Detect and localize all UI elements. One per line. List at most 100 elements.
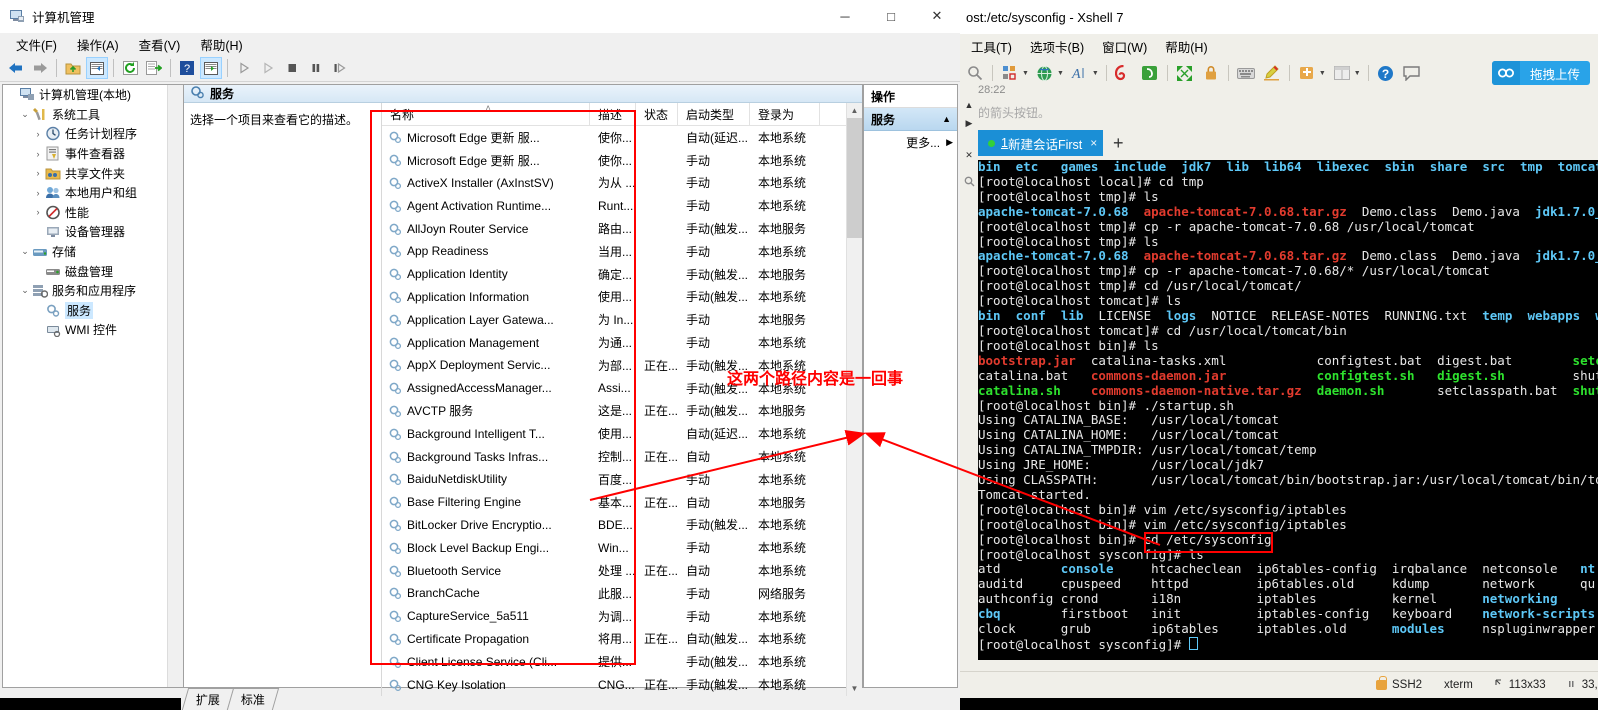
cell-logon: 本地系统 bbox=[758, 153, 807, 168]
scroll-thumb[interactable] bbox=[847, 118, 862, 238]
chevron-icon[interactable]: ⌄ bbox=[18, 246, 32, 257]
tree-item-5[interactable]: › 本地用户和组 bbox=[3, 183, 183, 203]
tree-item-2[interactable]: › 任务计划程序 bbox=[3, 124, 183, 144]
tree-item-7[interactable]: 设备管理器 bbox=[3, 222, 183, 242]
tab-standard[interactable]: 标准 bbox=[226, 688, 280, 710]
terminal-output[interactable]: bin etc games include jdk7 lib lib64 lib… bbox=[978, 160, 1598, 660]
chevron-down-icon[interactable]: ▼ bbox=[1022, 70, 1029, 77]
chevron-down-icon[interactable]: ▼ bbox=[1057, 70, 1064, 77]
tree-item-0[interactable]: 计算机管理(本地) bbox=[3, 85, 183, 105]
collapse-icon[interactable]: ▲ bbox=[942, 114, 951, 124]
fullscreen-icon[interactable] bbox=[1174, 62, 1196, 84]
help-icon[interactable]: ? bbox=[1375, 62, 1397, 84]
green-transfer-icon[interactable] bbox=[1139, 62, 1161, 84]
layout-icon[interactable] bbox=[1331, 62, 1353, 84]
maximize-button[interactable]: □ bbox=[868, 0, 914, 32]
lock-icon[interactable] bbox=[1200, 62, 1222, 84]
tree-item-9[interactable]: 磁盘管理 bbox=[3, 261, 183, 281]
resume-service-icon[interactable] bbox=[257, 57, 279, 79]
menu-file[interactable]: 文件(F) bbox=[6, 33, 67, 56]
scroll-up-icon[interactable]: ▲ bbox=[960, 96, 978, 114]
new-tab-icon[interactable] bbox=[1296, 62, 1318, 84]
tab-extended[interactable]: 扩展 bbox=[181, 688, 235, 710]
back-arrow-icon[interactable] bbox=[5, 57, 27, 79]
terminal-text: tmp bbox=[1520, 160, 1543, 174]
scroll-up-button[interactable]: ▲ bbox=[847, 103, 862, 118]
chevron-icon[interactable]: › bbox=[31, 168, 45, 178]
svg-text:?: ? bbox=[184, 63, 190, 75]
show-hide-console-tree-icon[interactable] bbox=[86, 57, 108, 79]
highlight-pen-icon[interactable] bbox=[1261, 62, 1283, 84]
start-service-icon[interactable] bbox=[233, 57, 255, 79]
column-header-4[interactable]: 登录为 bbox=[750, 103, 820, 125]
refresh-icon[interactable] bbox=[119, 57, 141, 79]
tree-scrollbar[interactable] bbox=[167, 85, 183, 687]
tree-item-3[interactable]: › 事件查看器 bbox=[3, 144, 183, 164]
tree-item-8[interactable]: ⌄ 存储 bbox=[3, 242, 183, 262]
cell-logon: 本地系统 bbox=[758, 176, 807, 191]
tree-item-1[interactable]: ⌄ 系统工具 bbox=[3, 105, 183, 125]
search-icon[interactable] bbox=[964, 62, 986, 84]
pause-service-icon[interactable] bbox=[305, 57, 327, 79]
expand-right-icon[interactable]: ▶ bbox=[960, 114, 978, 132]
scroll-down-button[interactable]: ▼ bbox=[847, 681, 862, 696]
close-panel-icon[interactable]: ✕ bbox=[960, 146, 978, 164]
menu-action[interactable]: 操作(A) bbox=[67, 33, 129, 56]
tree-item-10[interactable]: ⌄ 服务和应用程序 bbox=[3, 281, 183, 301]
chevron-down-icon[interactable]: ▼ bbox=[1092, 70, 1099, 77]
terminal-text: logs bbox=[1166, 308, 1197, 324]
restart-service-icon[interactable] bbox=[329, 57, 351, 79]
globe-icon[interactable] bbox=[1034, 62, 1056, 84]
chevron-icon[interactable]: ⌄ bbox=[18, 285, 32, 296]
chat-icon[interactable] bbox=[1401, 62, 1423, 84]
font-icon[interactable]: A bbox=[1069, 62, 1091, 84]
column-header-3[interactable]: 启动类型 bbox=[678, 103, 750, 125]
sftp-icon[interactable] bbox=[1113, 62, 1135, 84]
chevron-icon[interactable]: › bbox=[31, 207, 45, 217]
tree-item-11[interactable]: 服务 bbox=[3, 301, 183, 321]
stop-service-icon[interactable] bbox=[281, 57, 303, 79]
chevron-icon[interactable]: › bbox=[31, 129, 45, 139]
xs-menu-window[interactable]: 窗口(W) bbox=[1093, 35, 1156, 58]
close-button[interactable]: ✕ bbox=[914, 0, 960, 32]
chevron-icon[interactable]: › bbox=[31, 149, 45, 159]
find-icon[interactable] bbox=[960, 172, 978, 190]
table-row[interactable]: CNG Key Isolation CNG... 正在... 手动(触发... 本地系统 bbox=[382, 673, 846, 696]
tree-item-4[interactable]: › 共享文件夹 bbox=[3, 163, 183, 183]
drag-upload-button[interactable]: 拖拽上传 bbox=[1491, 61, 1590, 85]
menu-view[interactable]: 查看(V) bbox=[129, 33, 191, 56]
cell-logon: 网络服务 bbox=[758, 586, 807, 601]
chevron-icon[interactable]: › bbox=[31, 188, 45, 198]
up-folder-icon[interactable] bbox=[62, 57, 84, 79]
minimize-button[interactable]: ─ bbox=[822, 0, 868, 32]
column-header-2[interactable]: 状态 bbox=[636, 103, 678, 125]
terminal-text: bin bbox=[978, 308, 1001, 324]
menu-help[interactable]: 帮助(H) bbox=[190, 33, 252, 56]
tree-item-12[interactable]: WMI 控件 bbox=[3, 320, 183, 340]
show-hide-action-pane-icon[interactable] bbox=[200, 57, 222, 79]
terminal-line: catalina.sh commons-daemon-native.tar.gz… bbox=[978, 383, 1598, 399]
export-list-icon[interactable] bbox=[143, 57, 165, 79]
keyboard-icon[interactable] bbox=[1235, 62, 1257, 84]
services-list-scrollbar[interactable]: ▲ ▼ bbox=[846, 103, 862, 696]
session-tab-first[interactable]: 1 新建会话First × bbox=[978, 130, 1104, 156]
actions-section-services[interactable]: 服务 ▲ bbox=[864, 108, 957, 131]
computer-icon bbox=[19, 87, 35, 102]
actions-more-item[interactable]: 更多... ▶ bbox=[864, 131, 957, 151]
session-manager-icon[interactable] bbox=[999, 62, 1021, 84]
help-icon[interactable]: ? bbox=[176, 57, 198, 79]
xs-menu-tools[interactable]: 工具(T) bbox=[962, 35, 1021, 58]
chevron-down-icon[interactable]: ▼ bbox=[1354, 70, 1361, 77]
console-tree[interactable]: 计算机管理(本地) ⌄ 系统工具 › 任务计划程序 › 事件查看器 › 共享文件夹 › 本地用户和组… bbox=[2, 84, 183, 688]
terminal-line: apache-tomcat-7.0.68 apache-tomcat-7.0.6… bbox=[978, 248, 1598, 264]
xs-menu-tabs[interactable]: 选项卡(B) bbox=[1021, 35, 1093, 58]
tab-close-icon[interactable]: × bbox=[1090, 136, 1097, 150]
tree-item-6[interactable]: › 性能 bbox=[3, 203, 183, 223]
new-session-tab-button[interactable]: + bbox=[1103, 130, 1134, 156]
chevron-icon[interactable]: ⌄ bbox=[18, 109, 32, 120]
xs-menu-help[interactable]: 帮助(H) bbox=[1156, 35, 1216, 58]
chevron-down-icon[interactable]: ▼ bbox=[1319, 70, 1326, 77]
forward-arrow-icon[interactable] bbox=[29, 57, 51, 79]
cell-name: CNG Key Isolation bbox=[382, 678, 590, 692]
